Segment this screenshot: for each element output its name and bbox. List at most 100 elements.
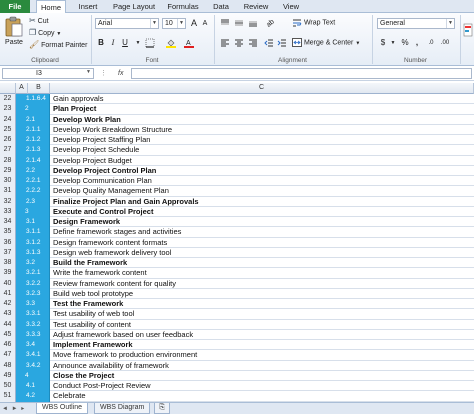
row-header[interactable]: 26 <box>0 135 16 146</box>
wbs-code-cell[interactable]: 2.1.2 <box>16 135 50 146</box>
row-header[interactable]: 36 <box>0 237 16 248</box>
task-name-cell[interactable]: Develop Quality Management Plan <box>50 186 474 196</box>
column-header-b[interactable]: B <box>28 83 50 94</box>
task-name-cell[interactable]: Celebrate <box>50 391 474 401</box>
align-center-button[interactable] <box>234 38 244 48</box>
underline-button[interactable]: U <box>120 38 130 48</box>
row-header[interactable]: 37 <box>0 247 16 258</box>
row-header[interactable]: 38 <box>0 258 16 269</box>
sheet-tab-wbs-outline[interactable]: WBS Outline <box>36 403 89 414</box>
increase-decimal-button[interactable]: .0 <box>426 38 436 48</box>
row-header[interactable]: 48 <box>0 360 16 371</box>
row-header[interactable]: 50 <box>0 381 16 392</box>
task-name-cell[interactable]: Develop Project Schedule <box>50 145 474 155</box>
align-right-button[interactable] <box>248 38 258 48</box>
row-header[interactable]: 47 <box>0 350 16 361</box>
wbs-code-cell[interactable]: 3.2 <box>16 258 50 269</box>
row-header[interactable]: 22 <box>0 94 16 105</box>
wbs-code-cell[interactable]: 3.2.2 <box>16 278 50 289</box>
wbs-code-cell[interactable]: 3.1 <box>16 217 50 228</box>
align-top-button[interactable] <box>220 18 230 28</box>
tab-file[interactable]: File <box>0 0 30 13</box>
wbs-code-cell[interactable]: 3.1.2 <box>16 237 50 248</box>
wbs-code-cell[interactable]: 2.2.1 <box>16 176 50 187</box>
formula-input[interactable] <box>131 68 472 79</box>
row-header[interactable]: 41 <box>0 288 16 299</box>
task-name-cell[interactable]: Develop Work Plan <box>50 115 474 125</box>
grow-font-button[interactable]: A <box>189 18 199 28</box>
row-header[interactable]: 35 <box>0 227 16 238</box>
name-box[interactable]: I3 <box>2 68 94 79</box>
column-header-a[interactable]: A <box>16 83 28 94</box>
row-header[interactable]: 23 <box>0 104 16 115</box>
task-name-cell[interactable]: Adjust framework based on user feedback <box>50 330 474 340</box>
wbs-code-cell[interactable]: 2.1.3 <box>16 145 50 156</box>
wbs-code-cell[interactable]: 3.3.1 <box>16 309 50 320</box>
row-header[interactable]: 45 <box>0 329 16 340</box>
wbs-code-cell[interactable]: 4.1 <box>16 381 50 392</box>
insert-sheet-button[interactable]: ⎘ <box>154 403 170 414</box>
row-header[interactable]: 27 <box>0 145 16 156</box>
wbs-code-cell[interactable]: 2.3 <box>16 196 50 207</box>
decrease-decimal-button[interactable]: .00 <box>440 38 450 48</box>
wbs-code-cell[interactable]: 4 <box>16 370 50 381</box>
task-name-cell[interactable]: Design framework content formats <box>50 238 474 248</box>
row-header[interactable]: 33 <box>0 206 16 217</box>
wbs-code-cell[interactable]: 3.4.2 <box>16 360 50 371</box>
row-header[interactable]: 43 <box>0 309 16 320</box>
tab-home[interactable]: Home <box>36 0 66 14</box>
merge-dropdown-icon[interactable]: ▼ <box>355 40 360 46</box>
wbs-code-cell[interactable]: 3.3.2 <box>16 319 50 330</box>
task-name-cell[interactable]: Move framework to production environment <box>50 350 474 360</box>
comma-button[interactable]: , <box>412 38 422 48</box>
wbs-code-cell[interactable]: 3.2.3 <box>16 288 50 299</box>
row-header[interactable]: 32 <box>0 196 16 207</box>
format-painter-button[interactable]: 🖌 Format Painter <box>29 40 87 51</box>
wbs-code-cell[interactable]: 4.2 <box>16 391 50 402</box>
task-name-cell[interactable]: Develop Communication Plan <box>50 176 474 186</box>
row-header[interactable]: 34 <box>0 217 16 228</box>
number-format-select[interactable]: General ▼ <box>377 18 455 29</box>
task-name-cell[interactable]: Test usability of content <box>50 320 474 330</box>
wbs-code-cell[interactable]: 2.2.2 <box>16 186 50 197</box>
underline-dropdown[interactable]: ▼ <box>133 38 143 48</box>
name-box-dropdown-icon[interactable]: ▼ <box>86 69 91 75</box>
wbs-code-cell[interactable]: 2.1.1 <box>16 124 50 135</box>
row-header[interactable]: 30 <box>0 176 16 187</box>
shrink-font-button[interactable]: A <box>200 19 210 29</box>
row-header[interactable]: 24 <box>0 114 16 125</box>
row-header[interactable]: 44 <box>0 319 16 330</box>
task-name-cell[interactable]: Develop Work Breakdown Structure <box>50 125 474 135</box>
borders-button[interactable] <box>145 38 155 48</box>
row-header[interactable]: 29 <box>0 165 16 176</box>
sheet-nav-arrows-icon[interactable]: ◄ ► ▸ <box>2 404 25 414</box>
copy-button[interactable]: ❐ Copy ▼ <box>29 28 61 39</box>
wbs-code-cell[interactable]: 3 <box>16 206 50 217</box>
row-header[interactable]: 42 <box>0 299 16 310</box>
paste-button[interactable]: Paste <box>3 16 25 54</box>
task-name-cell[interactable]: Build the Framework <box>50 258 474 268</box>
font-name-select[interactable]: Arial ▼ <box>95 18 159 29</box>
wbs-code-cell[interactable]: 3.4.1 <box>16 350 50 361</box>
increase-indent-button[interactable] <box>277 38 287 48</box>
task-name-cell[interactable]: Review framework content for quality <box>50 279 474 289</box>
wbs-code-cell[interactable]: 2.2 <box>16 165 50 176</box>
row-header[interactable]: 40 <box>0 278 16 289</box>
task-name-cell[interactable]: Design Framework <box>50 217 474 227</box>
currency-dropdown[interactable]: ▼ <box>388 38 398 48</box>
task-name-cell[interactable]: Design web framework delivery tool <box>50 248 474 258</box>
percent-button[interactable]: % <box>400 38 410 48</box>
row-header[interactable]: 31 <box>0 186 16 197</box>
wbs-code-cell[interactable]: 3.1.1 <box>16 227 50 238</box>
task-name-cell[interactable]: Conduct Post-Project Review <box>50 381 474 391</box>
task-name-cell[interactable]: Execute and Control Project <box>50 207 474 217</box>
align-bottom-button[interactable] <box>248 18 258 28</box>
task-name-cell[interactable]: Announce availability of framework <box>50 361 474 371</box>
column-header-c[interactable]: C <box>50 83 474 94</box>
tab-review[interactable]: Review <box>240 0 272 13</box>
task-name-cell[interactable]: Develop Project Staffing Plan <box>50 135 474 145</box>
align-left-button[interactable] <box>220 38 230 48</box>
row-header[interactable]: 46 <box>0 340 16 351</box>
font-color-button[interactable]: A <box>184 38 194 48</box>
row-header[interactable]: 28 <box>0 155 16 166</box>
